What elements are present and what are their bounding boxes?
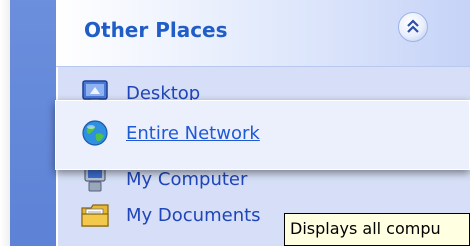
place-item-label: My Computer	[126, 168, 248, 190]
tooltip: Displays all compu	[284, 213, 470, 246]
place-item-label: Entire Network	[126, 122, 260, 144]
folder-documents-icon	[81, 204, 109, 227]
globe-icon	[82, 120, 108, 146]
place-item-entire-network[interactable]: Entire Network	[80, 118, 260, 148]
double-chevron-up-icon	[407, 19, 419, 33]
window-edge	[0, 0, 10, 246]
collapse-button[interactable]	[398, 12, 428, 42]
place-item-label: My Documents	[126, 204, 261, 226]
panel-title[interactable]: Other Places	[84, 18, 228, 42]
place-item-my-documents[interactable]: My Documents	[80, 200, 261, 230]
